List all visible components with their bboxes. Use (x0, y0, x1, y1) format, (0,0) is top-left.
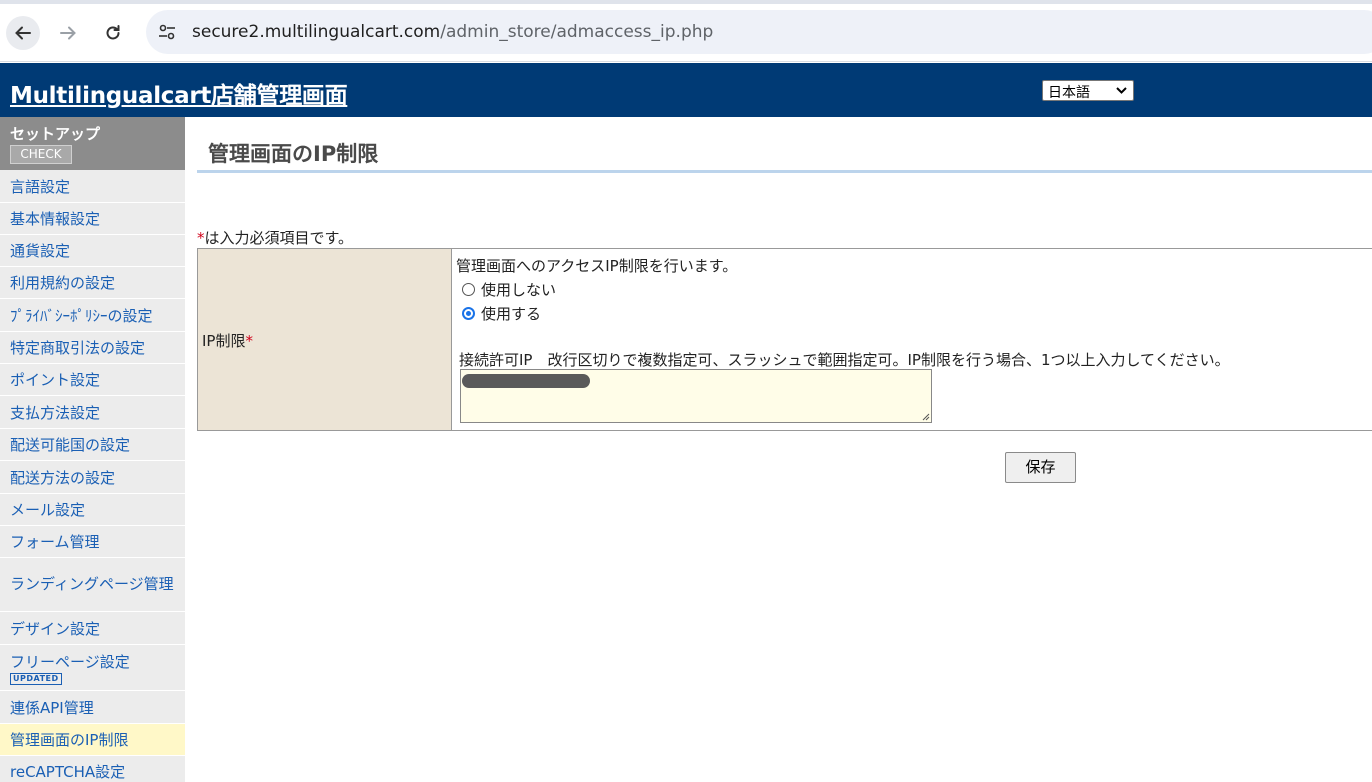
sidebar-item-label: 支払方法設定 (10, 403, 101, 422)
tab-strip-edge (0, 0, 1372, 4)
sidebar-item-label: reCAPTCHA設定 (10, 763, 126, 781)
field-description: 管理画面へのアクセスIP制限を行います。 (456, 257, 738, 275)
check-button[interactable]: CHECK (10, 145, 72, 164)
required-mark: * (245, 332, 253, 350)
sidebar-item-label: 利用規約の設定 (10, 274, 116, 292)
sidebar-item-terms[interactable]: 利用規約の設定 (0, 267, 185, 299)
sidebar-item-payment[interactable]: 支払方法設定 (0, 396, 185, 429)
url-text[interactable]: secure2.multilingualcart.com/admin_store… (192, 22, 713, 42)
page-title: 管理画面のIP制限 (208, 142, 379, 166)
sidebar-item-points[interactable]: ポイント設定 (0, 364, 185, 396)
ip-restriction-label: IP制限* (202, 330, 253, 351)
sidebar-item-currency[interactable]: 通貨設定 (0, 235, 185, 267)
sidebar-item-label: メール設定 (10, 501, 86, 519)
radio-label[interactable]: 使用しない (481, 279, 556, 300)
reload-button[interactable] (96, 16, 130, 50)
settings-form-table: IP制限* 管理画面へのアクセスIP制限を行います。 使用しない 使用する 接続… (197, 248, 1372, 431)
url-host: secure2.multilingualcart.com (192, 22, 441, 42)
sidebar-item-label: フォーム管理 (10, 533, 100, 551)
allowed-ip-label: 接続許可IP 改行区切りで複数指定可、スラッシュで範囲指定可。IP制限を行う場合… (459, 351, 1230, 369)
sidebar-item-privacy-policy[interactable]: ﾌﾟﾗｲﾊﾞｼｰﾎﾟﾘｼｰの設定 (0, 299, 185, 332)
back-arrow-icon (15, 26, 31, 40)
sidebar-item-language[interactable]: 言語設定 (0, 170, 185, 203)
radio-button[interactable] (462, 283, 475, 296)
sidebar-item-label: 連係API管理 (10, 698, 94, 717)
radio-label[interactable]: 使用する (481, 303, 541, 324)
site-settings-icon[interactable] (156, 21, 178, 43)
sidebar-item-ip-restriction[interactable]: 管理画面のIP制限 (0, 724, 185, 756)
updated-badge: UPDATED (10, 672, 62, 685)
chevron-down-icon (1116, 87, 1127, 94)
required-note: *は入力必須項目です。 (197, 227, 353, 248)
title-divider (197, 170, 1372, 173)
required-mark: * (197, 229, 205, 247)
sidebar-item-mail[interactable]: メール設定 (0, 494, 185, 526)
app-title-link[interactable]: Multilingualcart店舗管理画面 (10, 76, 348, 110)
sidebar-item-design[interactable]: デザイン設定 (0, 612, 185, 645)
sidebar-item-free-pages[interactable]: フリーページ設定 UPDATED (0, 645, 185, 691)
sidebar-item-forms[interactable]: フォーム管理 (0, 526, 185, 558)
sidebar-item-label: ポイント設定 (10, 371, 101, 389)
sidebar-item-label: 管理画面のIP制限 (10, 731, 129, 749)
sidebar-item-commercial-law[interactable]: 特定商取引法の設定 (0, 332, 185, 364)
redacted-ip-value (462, 374, 590, 388)
sidebar-item-recaptcha[interactable]: reCAPTCHA設定 (0, 756, 185, 782)
save-button[interactable]: 保存 (1005, 452, 1076, 483)
radio-button-checked[interactable] (462, 307, 475, 320)
sidebar-item-api[interactable]: 連係API管理 (0, 691, 185, 724)
sidebar-item-label: 通貨設定 (10, 242, 71, 260)
resize-grip-icon[interactable] (921, 412, 930, 421)
allowed-ip-textarea[interactable] (460, 369, 932, 423)
field-label-text: IP制限 (202, 332, 246, 350)
sidebar: セットアップ CHECK 言語設定 基本情報設定 通貨設定 利用規約の設定 ﾌﾟ… (0, 117, 185, 782)
back-button[interactable] (6, 16, 40, 50)
sidebar-section-title: セットアップ (10, 125, 101, 143)
sidebar-item-label: 基本情報設定 (10, 210, 101, 228)
required-note-text: は入力必須項目です。 (204, 229, 354, 247)
sidebar-item-label: 言語設定 (10, 177, 71, 196)
forward-arrow-icon (60, 26, 76, 40)
radio-option-enable[interactable]: 使用する (462, 303, 541, 324)
sidebar-item-label: デザイン設定 (10, 619, 101, 638)
sidebar-item-label: 特定商取引法の設定 (10, 339, 146, 357)
forward-button[interactable] (51, 16, 85, 50)
radio-option-disable[interactable]: 使用しない (462, 279, 556, 300)
sidebar-item-shipping-methods[interactable]: 配送方法の設定 (0, 461, 185, 494)
sidebar-item-label: 配送可能国の設定 (10, 436, 131, 454)
sidebar-item-label: 配送方法の設定 (10, 468, 116, 487)
sidebar-section-header: セットアップ CHECK (0, 117, 185, 170)
language-value: 日本語 (1048, 85, 1090, 101)
url-path: /admin_store/admaccess_ip.php (440, 22, 714, 42)
field-label-cell: IP制限* (198, 249, 452, 430)
language-select[interactable]: 日本語 (1042, 80, 1134, 101)
reload-icon (106, 25, 120, 40)
sidebar-item-shipping-countries[interactable]: 配送可能国の設定 (0, 429, 185, 461)
browser-toolbar: secure2.multilingualcart.com/admin_store… (0, 0, 1372, 62)
sidebar-item-label: フリーページ設定 (10, 652, 130, 671)
sidebar-item-landing-pages[interactable]: ランディングページ管理 (0, 558, 185, 612)
app-header: Multilingualcart店舗管理画面 日本語 (0, 63, 1372, 117)
sidebar-item-basic-info[interactable]: 基本情報設定 (0, 203, 185, 235)
sidebar-item-label: ランディングページ管理 (10, 575, 174, 593)
sidebar-item-label: ﾌﾟﾗｲﾊﾞｼｰﾎﾟﾘｼｰの設定 (10, 306, 153, 325)
